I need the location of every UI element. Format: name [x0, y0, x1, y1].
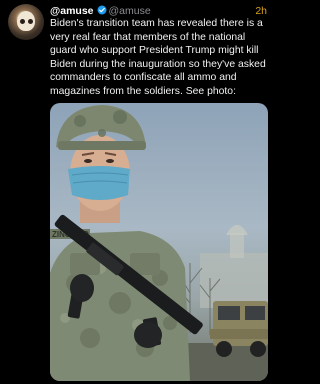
timestamp[interactable]: 2h [255, 4, 267, 18]
display-name[interactable]: @amuse [50, 5, 94, 17]
soldier-photo-image: ZINGARO [50, 105, 268, 381]
handle[interactable]: @amuse [109, 5, 151, 17]
tweet-photo[interactable]: ZINGARO [50, 103, 268, 381]
avatar[interactable] [8, 4, 44, 40]
tweet-header: @amuse @amuse 2h [50, 4, 267, 18]
tweet-text: Biden's transition team has revealed the… [50, 18, 266, 97]
tweet[interactable]: @amuse @amuse 2h Biden's transition team … [0, 0, 275, 384]
verified-badge-icon [97, 5, 107, 15]
